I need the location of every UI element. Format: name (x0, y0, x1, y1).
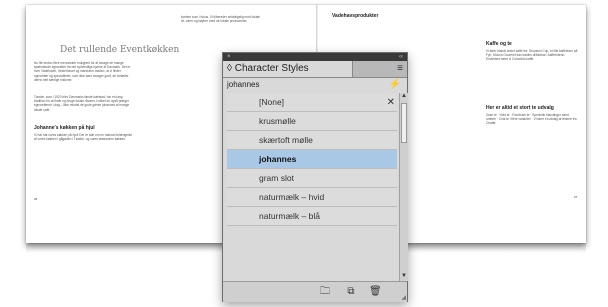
right-page-tea-text: Grøn te · Hvid te · Rooibush te · Specie… (486, 113, 577, 126)
right-page-heading-tea: Her er altid et stort te udvalg (486, 105, 554, 111)
style-label: naturmælk – hvid (259, 192, 325, 202)
right-page-heading-coffee: Kaffe og te (486, 41, 512, 47)
scroll-thumb[interactable] (401, 103, 407, 143)
current-style-name: johannes (227, 80, 260, 89)
style-label: gram slot (259, 173, 294, 183)
right-page-number: 27 (574, 195, 578, 199)
style-list-item[interactable]: skærtoft mølle (227, 131, 397, 150)
left-page-col2: kvelser som i fokus. Vi tilbereder selvf… (181, 15, 260, 24)
character-styles-panel[interactable]: × ‹‹ ◊ Character Styles ≡ johannes ⚡ [No… (222, 52, 408, 302)
panel-menu-icon[interactable]: ≡ (397, 63, 403, 74)
style-label: johannes (259, 154, 297, 164)
right-page-heading: Vadehavsprodukter (332, 13, 379, 19)
resize-grip-icon[interactable]: ◢ (401, 294, 406, 301)
tab-character-styles[interactable]: ◊ Character Styles (223, 61, 353, 77)
folder-icon[interactable]: 🗀 (319, 286, 331, 298)
style-label: skærtoft mølle (259, 135, 313, 145)
left-page-para3: Vi har sat vores køkken på hjul! Der er … (34, 133, 133, 142)
panel-title-bar[interactable]: × ‹‹ (223, 53, 407, 61)
scroll-down-icon[interactable]: ▼ (400, 273, 408, 281)
left-page-intro: Nu får endnu flere mennesker mulighed fo… (34, 61, 131, 82)
left-page-number: 26 (34, 197, 38, 201)
style-label: krusmølle (259, 116, 296, 126)
style-list[interactable]: [None] ✕ krusmølle skærtoft mølle johannes gr… (223, 93, 398, 281)
style-label: naturmælk – blå (259, 211, 320, 221)
style-list-item[interactable]: gram slot (227, 169, 397, 188)
left-page-para2: Tønder, som i 1920 blev Danmarks første … (34, 95, 130, 112)
style-list-item[interactable]: johannes (227, 150, 397, 169)
left-page-subheading: Johanne's køkken på hjul (34, 125, 95, 131)
panel-footer: 🗀 ⧉ 🗑 ◢ (223, 281, 407, 302)
style-list-item[interactable]: naturmælk – blå (227, 207, 397, 226)
right-page-coffee-text: Vi fører blandt andet kaffe fra: Giovann… (486, 49, 578, 62)
style-label: [None] (259, 97, 285, 107)
close-icon[interactable]: × (227, 53, 231, 61)
style-list-item[interactable]: [None] ✕ (227, 93, 397, 112)
scroll-up-icon[interactable]: ▲ (400, 93, 408, 101)
clear-overrides-icon[interactable]: ✕ (387, 93, 395, 112)
style-list-scrollbar[interactable]: ▲ ▼ (399, 93, 408, 281)
trash-icon[interactable]: 🗑 (369, 286, 382, 298)
new-style-icon[interactable]: ⧉ (345, 286, 357, 298)
quick-apply-icon[interactable]: ⚡ (389, 77, 401, 93)
left-page-title: Det rullende Eventkøkken (60, 45, 180, 55)
panel-tab-bar: ◊ Character Styles ≡ (223, 61, 407, 78)
collapse-icon[interactable]: ‹‹ (399, 53, 403, 61)
style-list-item[interactable]: naturmælk – hvid (227, 188, 397, 207)
current-style-row: johannes ⚡ (223, 77, 407, 93)
style-list-item[interactable]: krusmølle (227, 112, 397, 131)
